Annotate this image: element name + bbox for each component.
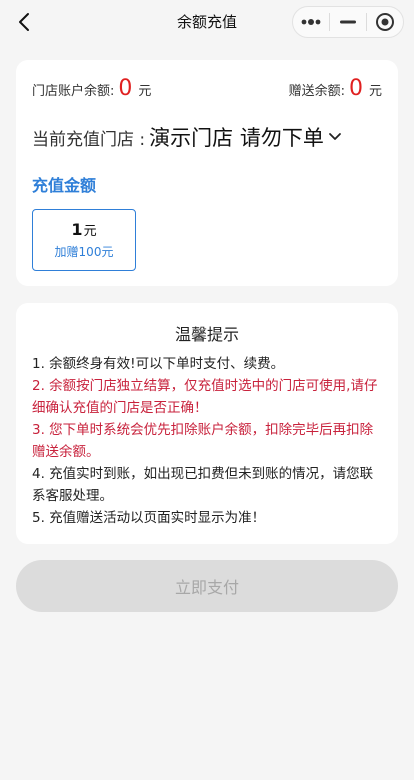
balance-row: 门店账户余额: 0 元 赠送余额: 0 元 bbox=[32, 76, 382, 104]
tip-item: 5. 充值赠送活动以页面实时显示为准！ bbox=[32, 510, 266, 526]
target-circle-icon bbox=[376, 13, 394, 31]
more-button[interactable] bbox=[293, 7, 329, 37]
tips-title: 温馨提示 bbox=[174, 325, 239, 344]
back-button[interactable] bbox=[10, 8, 38, 36]
tip-item: 4. 充值实时到账，如出现已扣费但未到账的情况，请您联系客服处理。 bbox=[32, 466, 374, 504]
tips-card: 温馨提示 1. 余额终身有效!可以下单时支付、续费。 2. 余额按门店独立结算，… bbox=[16, 303, 398, 544]
amount-main: 1 元 bbox=[71, 220, 96, 239]
amount-bonus: 加赠100元 bbox=[54, 245, 114, 259]
more-dots-icon bbox=[301, 19, 321, 25]
nav-bar: 余额充值 bbox=[0, 0, 414, 44]
tip-item: 3. 您下单时系统会优先扣除账户余额，扣除完毕后再扣除赠送余额。 bbox=[32, 422, 374, 460]
amount-option[interactable]: 1 元 加赠100元 bbox=[32, 209, 136, 271]
mini-program-capsule bbox=[292, 6, 404, 38]
store-label: 当前充值门店 : bbox=[32, 129, 146, 150]
store-name: 演示门店 请勿下单 bbox=[149, 126, 324, 150]
store-balance-unit: 元 bbox=[138, 84, 152, 99]
minus-icon bbox=[340, 20, 356, 24]
recharge-card: 门店账户余额: 0 元 赠送余额: 0 元 当前充值门店 : 演示门店 请勿下单… bbox=[16, 60, 398, 286]
tips-list: 1. 余额终身有效!可以下单时支付、续费。 2. 余额按门店独立结算，仅充值时选… bbox=[32, 353, 384, 529]
amount-unit: 元 bbox=[83, 224, 97, 239]
store-balance-label: 门店账户余额: bbox=[32, 84, 115, 99]
chevron-left-icon bbox=[19, 13, 29, 31]
store-balance-value: 0 bbox=[118, 76, 133, 101]
tip-item: 2. 余额按门店独立结算，仅充值时选中的门店可使用,请仔细确认充值的门店是否正确… bbox=[32, 378, 378, 416]
store-balance: 门店账户余额: 0 元 bbox=[32, 76, 151, 101]
tip-item: 1. 余额终身有效!可以下单时支付、续费。 bbox=[32, 356, 285, 372]
minimize-button[interactable] bbox=[330, 7, 366, 37]
gift-balance-value: 0 bbox=[348, 76, 363, 101]
close-mini-program-button[interactable] bbox=[367, 7, 403, 37]
gift-balance: 赠送余额: 0 元 bbox=[289, 76, 382, 101]
pay-now-button[interactable]: 立即支付 bbox=[16, 560, 398, 612]
gift-balance-unit: 元 bbox=[368, 84, 382, 99]
recharge-amount-title: 充值金额 bbox=[32, 176, 97, 195]
store-selector[interactable]: 当前充值门店 : 演示门店 请勿下单 bbox=[32, 122, 342, 152]
gift-balance-label: 赠送余额: bbox=[288, 84, 345, 99]
chevron-down-icon bbox=[328, 132, 342, 142]
amount-value: 1 bbox=[71, 220, 83, 239]
